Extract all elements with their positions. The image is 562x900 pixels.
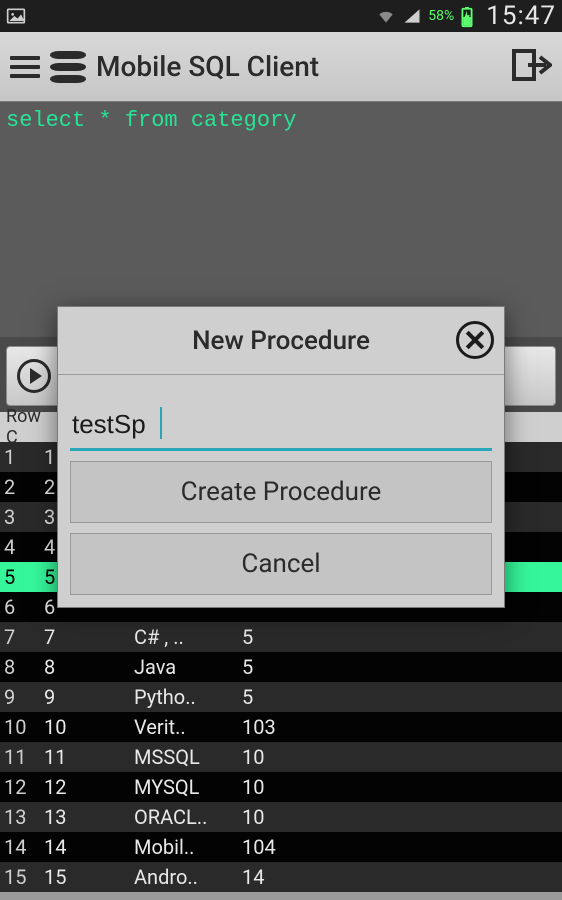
app-bar: Mobile SQL Client bbox=[0, 32, 562, 102]
dialog-title: New Procedure bbox=[58, 326, 504, 356]
query-editor[interactable]: select * from category bbox=[0, 102, 562, 337]
row-index: 2 bbox=[0, 475, 40, 499]
table-row[interactable]: 77C# , ..5 bbox=[0, 622, 562, 652]
cell-id: 15 bbox=[40, 865, 130, 889]
cell-name: C# , .. bbox=[130, 625, 238, 649]
exit-icon[interactable] bbox=[512, 47, 552, 87]
cell-name: Java bbox=[130, 655, 238, 679]
table-row[interactable]: 1212MYSQL10 bbox=[0, 772, 562, 802]
cell-name: Pytho.. bbox=[130, 685, 238, 709]
cell-value: 14 bbox=[238, 865, 338, 889]
cell-name: Mobil.. bbox=[130, 835, 238, 859]
header-rowcount: Row C bbox=[2, 412, 62, 442]
row-index: 12 bbox=[0, 775, 40, 799]
app-title: Mobile SQL Client bbox=[96, 50, 319, 83]
row-index: 6 bbox=[0, 595, 40, 619]
cell-id: 8 bbox=[40, 655, 130, 679]
cell-value: 10 bbox=[238, 745, 338, 769]
gallery-icon bbox=[6, 6, 26, 26]
cell-value: 5 bbox=[238, 655, 338, 679]
row-index: 4 bbox=[0, 535, 40, 559]
row-index: 1 bbox=[0, 445, 40, 469]
cell-id: 14 bbox=[40, 835, 130, 859]
wifi-icon bbox=[376, 6, 396, 26]
table-row[interactable]: 88Java5 bbox=[0, 652, 562, 682]
row-index: 9 bbox=[0, 685, 40, 709]
row-index: 8 bbox=[0, 655, 40, 679]
cell-name: MSSQL bbox=[130, 745, 238, 769]
cell-name: Andro.. bbox=[130, 865, 238, 889]
cell-id: 11 bbox=[40, 745, 130, 769]
cell-id: 12 bbox=[40, 775, 130, 799]
row-index: 5 bbox=[0, 565, 40, 589]
query-text: select * from category bbox=[6, 108, 296, 133]
cell-id: 13 bbox=[40, 805, 130, 829]
close-icon[interactable] bbox=[456, 321, 494, 359]
footer-area bbox=[0, 892, 562, 900]
cell-value: 5 bbox=[238, 685, 338, 709]
cell-value: 104 bbox=[238, 835, 338, 859]
cell-id: 7 bbox=[40, 625, 130, 649]
cell-name: MYSQL bbox=[130, 775, 238, 799]
table-row[interactable]: 1414Mobil..104 bbox=[0, 832, 562, 862]
table-row[interactable]: 99Pytho..5 bbox=[0, 682, 562, 712]
cell-id: 9 bbox=[40, 685, 130, 709]
cell-name: ORACL.. bbox=[130, 805, 238, 829]
status-bar: 58% 15:47 bbox=[0, 0, 562, 32]
battery-percent: 58% bbox=[428, 8, 454, 24]
row-index: 3 bbox=[0, 505, 40, 529]
cancel-button[interactable]: Cancel bbox=[70, 533, 492, 595]
database-icon[interactable] bbox=[50, 51, 86, 83]
row-index: 11 bbox=[0, 745, 40, 769]
menu-icon[interactable] bbox=[10, 56, 40, 78]
cell-value: 103 bbox=[238, 715, 338, 739]
create-procedure-button[interactable]: Create Procedure bbox=[70, 461, 492, 523]
text-caret bbox=[160, 407, 162, 439]
table-row[interactable]: 1515Andro..14 bbox=[0, 862, 562, 892]
cell-value: 10 bbox=[238, 805, 338, 829]
cell-id: 10 bbox=[40, 715, 130, 739]
cell-value: 10 bbox=[238, 775, 338, 799]
play-icon bbox=[17, 359, 51, 393]
procedure-name-input[interactable] bbox=[70, 403, 492, 451]
table-row[interactable]: 1010Verit..103 bbox=[0, 712, 562, 742]
clock-text: 15:47 bbox=[486, 1, 556, 31]
dialog-header: New Procedure bbox=[58, 307, 504, 375]
row-index: 14 bbox=[0, 835, 40, 859]
row-index: 15 bbox=[0, 865, 40, 889]
cell-value: 5 bbox=[238, 625, 338, 649]
new-procedure-dialog: New Procedure Create Procedure Cancel bbox=[57, 306, 505, 608]
row-index: 13 bbox=[0, 805, 40, 829]
table-row[interactable]: 1111MSSQL10 bbox=[0, 742, 562, 772]
row-index: 7 bbox=[0, 625, 40, 649]
signal-icon bbox=[402, 6, 422, 26]
battery-charging-icon bbox=[460, 6, 480, 26]
table-row[interactable]: 1313ORACL..10 bbox=[0, 802, 562, 832]
row-index: 10 bbox=[0, 715, 40, 739]
cell-name: Verit.. bbox=[130, 715, 238, 739]
